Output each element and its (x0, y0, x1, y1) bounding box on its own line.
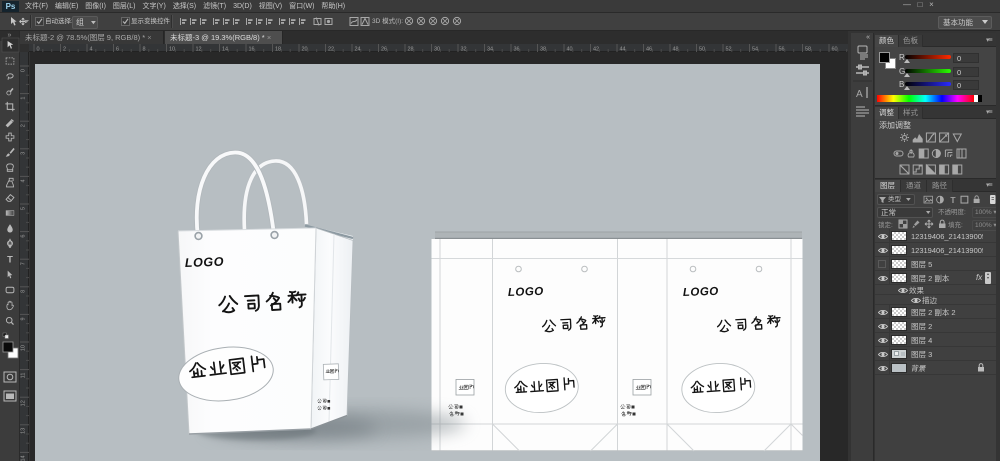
svg-text:11: 11 (21, 373, 27, 379)
svg-text:9: 9 (21, 317, 27, 320)
svg-text:13: 13 (21, 428, 27, 434)
svg-text:6: 6 (21, 235, 27, 238)
svg-text:14: 14 (21, 455, 27, 461)
svg-text:LOGO: LOGO (185, 255, 225, 270)
svg-text:2: 2 (21, 124, 27, 127)
svg-text:5: 5 (21, 207, 27, 210)
svg-text:10: 10 (21, 345, 27, 351)
svg-text:7: 7 (21, 262, 27, 265)
svg-text:T: T (950, 195, 956, 205)
svg-text:4: 4 (21, 179, 27, 182)
svg-text:A: A (856, 89, 863, 100)
svg-text:8: 8 (21, 290, 27, 293)
svg-text:0: 0 (21, 69, 27, 72)
svg-text:LOGO: LOGO (508, 286, 544, 299)
svg-text:12: 12 (21, 400, 27, 406)
svg-text:T: T (7, 255, 13, 265)
svg-text:3: 3 (21, 152, 27, 155)
svg-text:1: 1 (21, 97, 27, 100)
svg-text:LOGO: LOGO (683, 286, 719, 299)
